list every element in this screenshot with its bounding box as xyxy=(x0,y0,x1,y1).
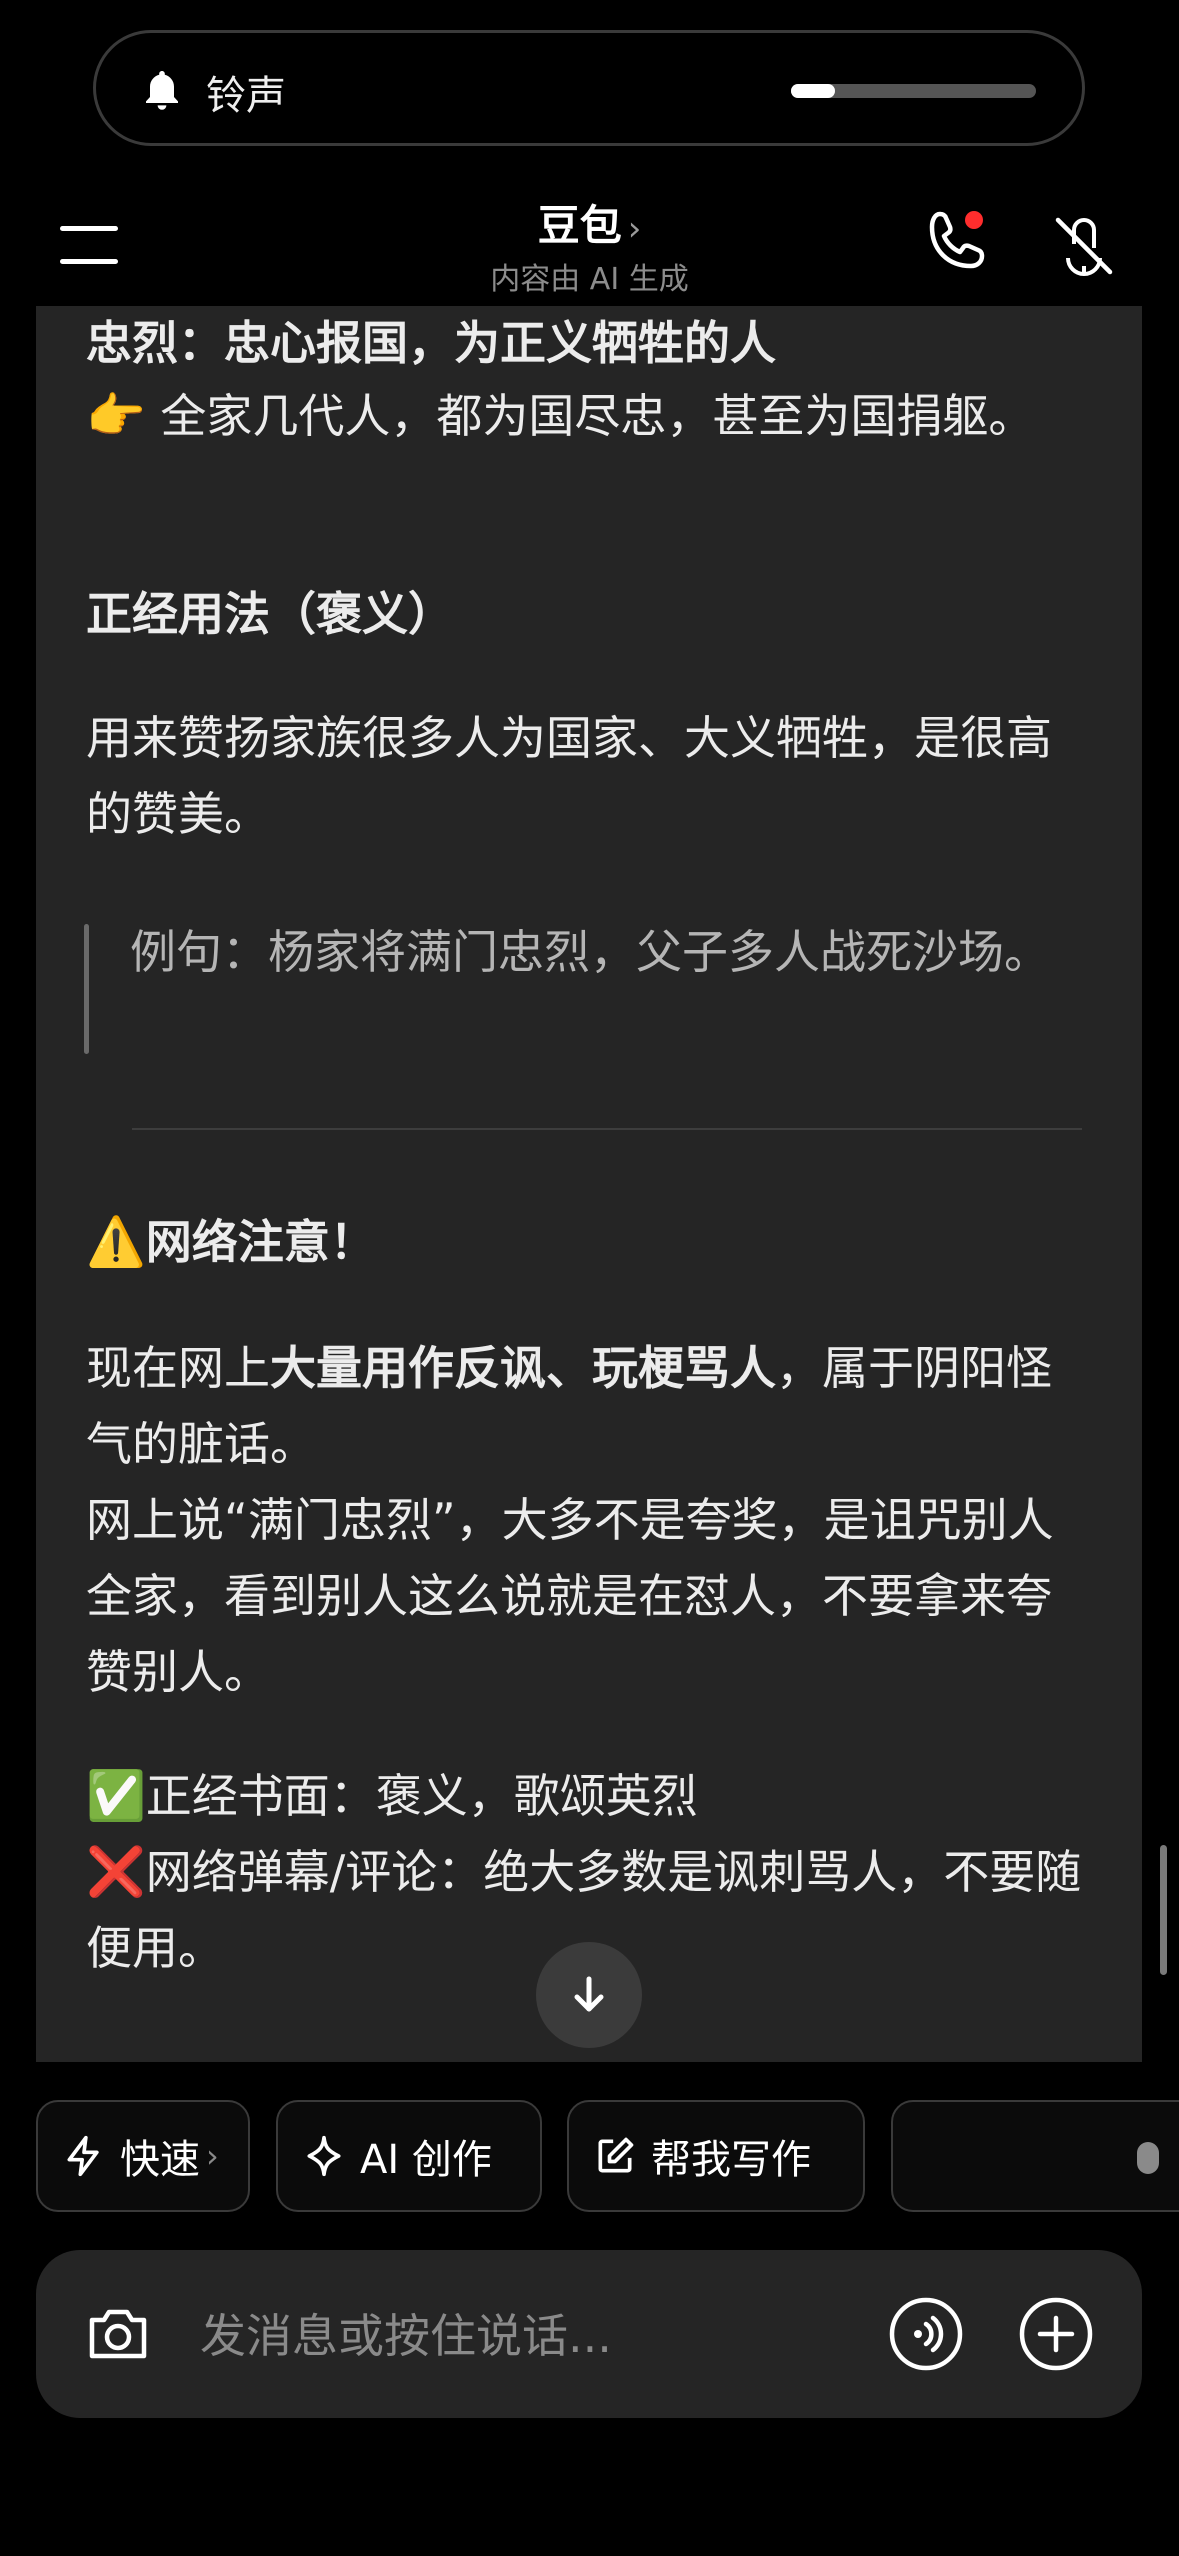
chevron-right-icon: › xyxy=(206,2137,219,2175)
proper-usage-heading: 正经用法（褒义） xyxy=(86,587,454,641)
partial-chip-icon xyxy=(1137,2142,1159,2174)
zhonglie-description: 👉 全家几代人，都为国尽忠，甚至为国捐躯。 xyxy=(86,388,1035,444)
chat-title[interactable]: 豆包 › xyxy=(0,192,1179,253)
chip-fast-mode[interactable]: 快速 › xyxy=(36,2100,250,2212)
check-line: ✅正经书面：褒义，歌颂英烈 xyxy=(86,1768,698,1824)
lightning-icon xyxy=(67,2135,99,2177)
example-text: 例句：杨家将满门忠烈，父子多人战死沙场。 xyxy=(130,925,1050,979)
check-mark-icon: ✅ xyxy=(86,1768,146,1824)
scroll-to-bottom-button[interactable] xyxy=(536,1942,642,2048)
heading-zhonglie: 忠烈：忠心报国，为正义牺牲的人 xyxy=(86,316,776,370)
ringer-label: 铃声 xyxy=(206,73,286,119)
network-paragraph-1: 现在网上大量用作反讽、玩梗骂人，属于阴阳怪气的脏话。 xyxy=(86,1341,1052,1471)
nav-bar: 豆包 › 内容由 AI 生成 xyxy=(0,180,1179,306)
divider xyxy=(132,1128,1082,1130)
proper-usage-description: 用来赞扬家族很多人为国家、大义牺牲，是很高的赞美。 xyxy=(86,711,1052,841)
volume-fill xyxy=(791,84,836,98)
plus-icon[interactable] xyxy=(1018,2296,1094,2372)
ai-message-card: 忠烈：忠心报国，为正义牺牲的人 👉 全家几代人，都为国尽忠，甚至为国捐躯。 正经… xyxy=(36,306,1142,2062)
volume-track[interactable] xyxy=(791,84,1036,98)
chevron-right-icon: › xyxy=(627,209,642,249)
cross-mark-icon: ❌ xyxy=(86,1844,146,1900)
phone-call-icon[interactable] xyxy=(922,206,992,276)
warning-heading: ⚠️网络注意！ xyxy=(86,1214,376,1270)
bell-icon xyxy=(146,71,178,110)
ai-generated-notice: 内容由 AI 生成 xyxy=(490,262,689,297)
message-input[interactable]: 发消息或按住说话... xyxy=(200,2300,612,2366)
chip-more[interactable] xyxy=(891,2100,1179,2212)
chip-ai-create[interactable]: AI 创作 xyxy=(276,2100,542,2212)
ringer-indicator: 铃声 xyxy=(93,30,1085,146)
network-paragraph-2: 网上说“满门忠烈”，大多不是夸奖，是诅咒别人全家，看到别人这么说就是在怼人，不要… xyxy=(86,1493,1054,1699)
chip-help-write[interactable]: 帮我写作 xyxy=(567,2100,865,2212)
example-quote: 例句：杨家将满门忠烈，父子多人战死沙场。 xyxy=(84,914,1094,1054)
mic-mute-icon[interactable] xyxy=(1052,214,1116,278)
camera-icon[interactable] xyxy=(82,2298,154,2370)
warning-icon: ⚠️ xyxy=(86,1214,146,1270)
arrow-down-icon xyxy=(574,1976,604,2012)
sparkle-icon xyxy=(307,2135,341,2177)
quote-bar xyxy=(84,924,89,1054)
message-input-bar[interactable]: 发消息或按住说话... xyxy=(36,2250,1142,2418)
chat-title-text: 豆包 xyxy=(537,201,622,250)
scrollbar[interactable] xyxy=(1160,1845,1167,1975)
voice-call-icon[interactable] xyxy=(888,2296,964,2372)
pointing-hand-icon: 👉 xyxy=(86,388,146,444)
edit-icon xyxy=(598,2137,634,2173)
quick-actions: 快速 › AI 创作 帮我写作 xyxy=(0,2100,1179,2216)
